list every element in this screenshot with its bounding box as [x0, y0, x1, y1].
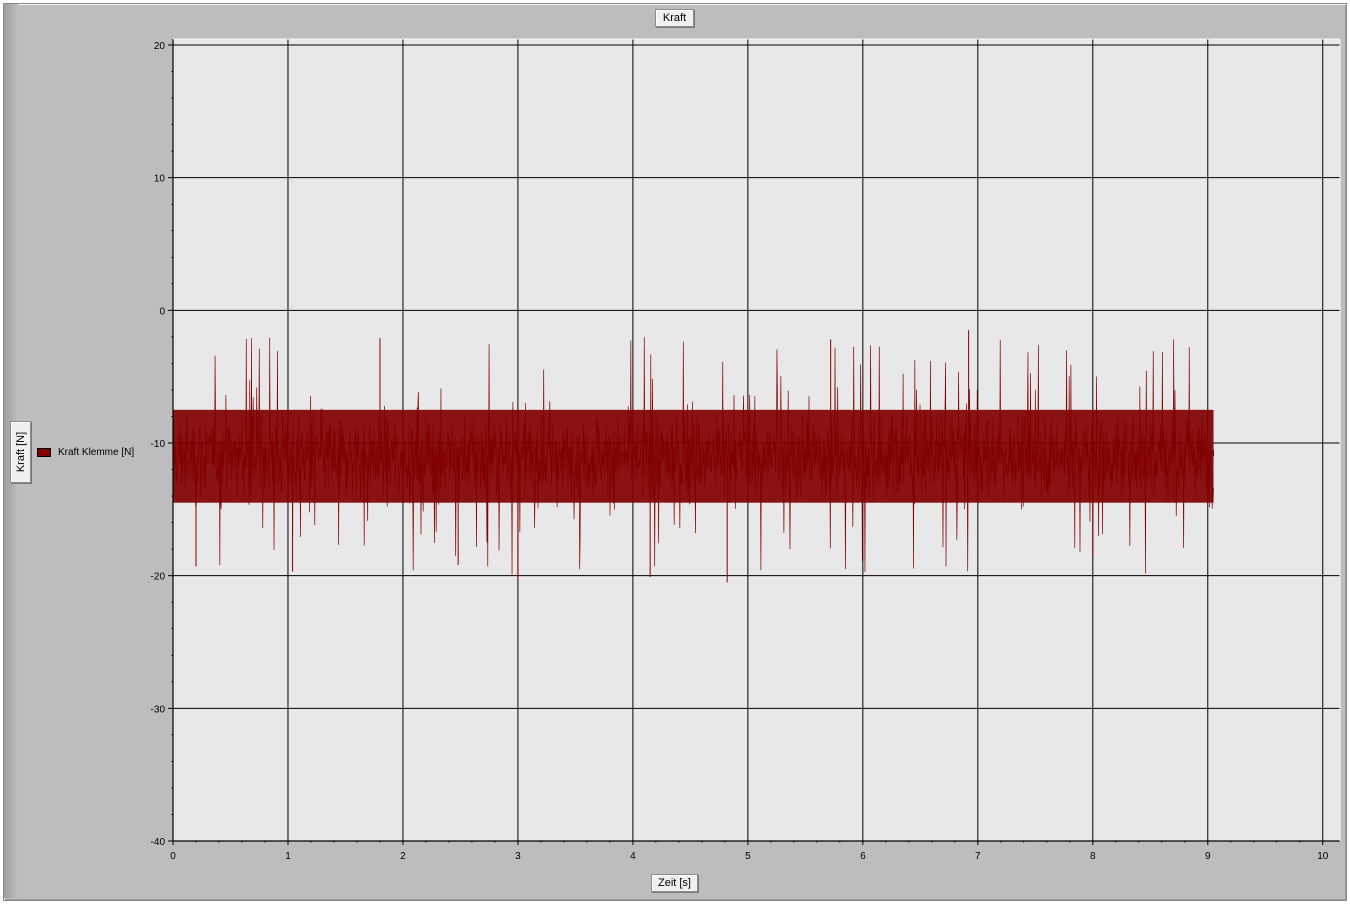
- x-tick-label: 10: [1317, 851, 1329, 862]
- x-tick-label: 8: [1090, 851, 1096, 862]
- y-tick-label: -40: [151, 837, 166, 848]
- y-tick-label: 10: [154, 174, 166, 185]
- x-axis-title[interactable]: Zeit [s]: [651, 874, 698, 892]
- x-tick-label: 1: [285, 851, 291, 862]
- x-tick-label: 3: [515, 851, 521, 862]
- y-tick-label: -30: [151, 704, 166, 715]
- x-tick-label: 0: [170, 851, 176, 862]
- y-tick-label: -20: [151, 572, 166, 583]
- x-tick-label: 4: [630, 851, 636, 862]
- x-tick-label: 7: [975, 851, 981, 862]
- chart-svg[interactable]: 0 1 2 3 4 5 6 7 8 9 10 20 10 0 -10 -20 -30 -40: [0, 0, 1350, 907]
- x-tick-label: 2: [400, 851, 406, 862]
- x-tick-label: 5: [745, 851, 751, 862]
- y-tick-label: 20: [154, 41, 166, 52]
- y-tick-label: 0: [159, 306, 165, 317]
- series-core-band: [173, 409, 1214, 503]
- x-tick-label: 6: [860, 851, 866, 862]
- x-tick-label: 9: [1205, 851, 1211, 862]
- y-tick-label: -10: [151, 439, 166, 450]
